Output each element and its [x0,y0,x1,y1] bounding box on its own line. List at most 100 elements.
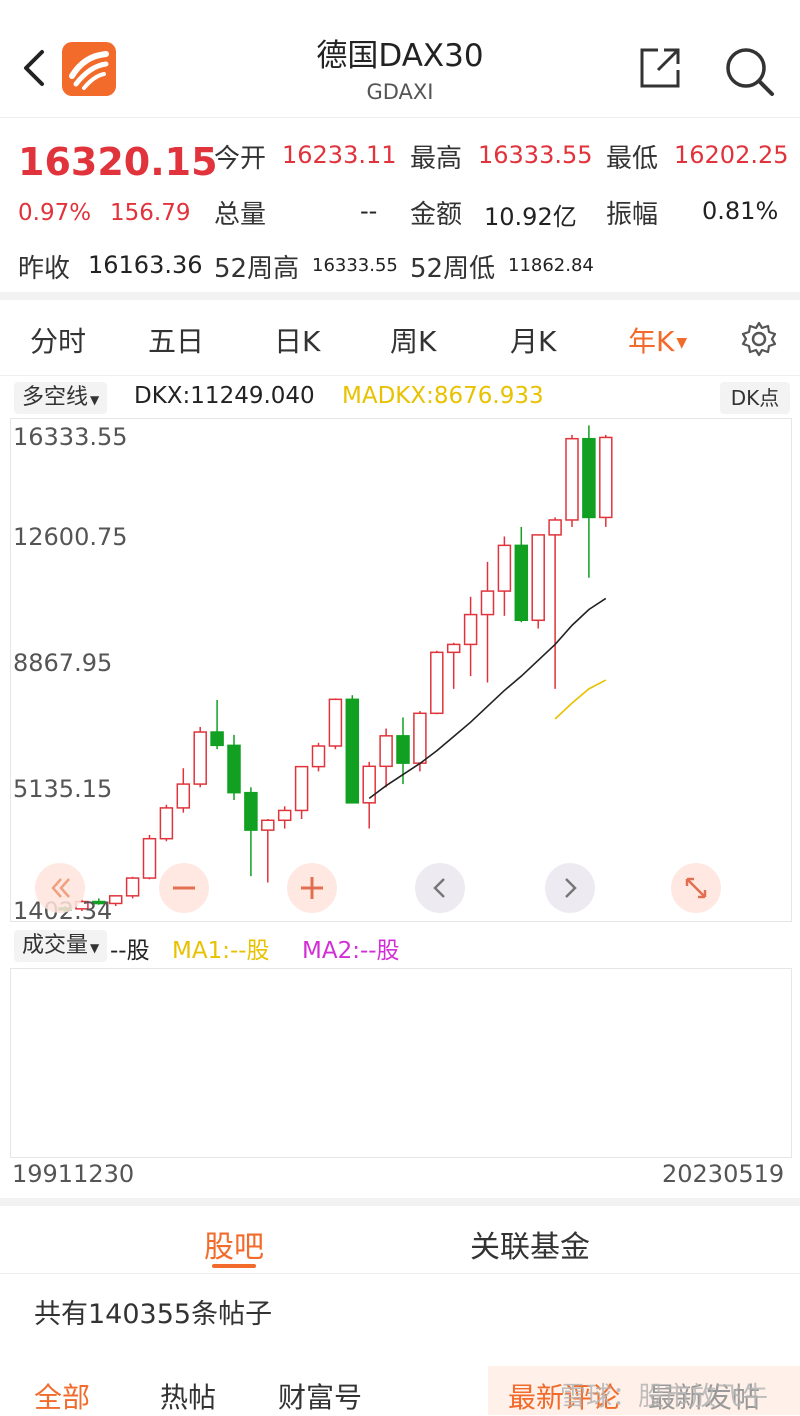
search-icon[interactable] [722,44,776,98]
candle [142,834,157,880]
candle-body-down [345,698,360,804]
candle [125,876,140,899]
amount-label: 金额 [410,200,463,230]
candle [244,787,258,877]
zoom-out-button[interactable] [159,863,209,913]
volume-chart[interactable] [10,968,792,1158]
open-value: 16233.11 [282,141,397,169]
indicator-dropdown[interactable]: 多空线 ▼ [14,382,108,414]
candle-body-up [379,735,393,768]
posts-count: 共有140355条帖子 [34,1299,273,1330]
filter-hot[interactable]: 热帖 [160,1376,216,1416]
volume-dropdown[interactable]: 成交量 ▼ [14,930,108,962]
share-icon[interactable] [636,44,684,92]
high-value: 16333.55 [478,141,593,169]
change-amount: 156.79 [110,200,191,226]
candle [599,434,613,527]
candle [463,596,478,677]
candle [328,698,343,750]
candle-body-down [244,791,258,831]
filter-wealth[interactable]: 财富号 [278,1376,362,1416]
candle-body-up [294,765,309,812]
amplitude-label: 振幅 [606,200,659,230]
candle-body-up [277,809,292,822]
y-axis-label: 16333.55 [13,423,128,451]
candle [514,526,529,623]
candle [430,650,444,715]
y-axis-label: 12600.75 [13,523,128,551]
candle [379,728,393,788]
open-label: 今开 [214,144,267,174]
candle [193,726,207,788]
low-value: 16202.25 [674,141,789,169]
candle [497,536,512,616]
expand-icon [685,877,707,899]
scroll-to-start-button[interactable] [35,863,85,913]
dk-points-button[interactable]: DK点 [720,382,790,414]
candle-body-up [328,698,343,747]
candle [413,711,427,772]
candle-body-up [430,651,444,715]
tab-yearly-k[interactable]: 年K ▼ [628,320,687,360]
tab-daily-k[interactable]: 日K [274,320,320,360]
tab-intraday[interactable]: 分时 [30,320,86,360]
candle [565,434,579,527]
app-header: 德国DAX30 GDAXI [0,0,800,118]
candle [548,517,562,689]
tab-stock-forum[interactable]: 股吧 [204,1222,264,1266]
plus-icon [301,877,323,899]
indicator-row: 多空线 ▼ DKX:11249.040 MADKX:8676.933 DK点 [0,378,800,418]
candle-body-up [565,437,579,521]
candle-body-up [142,837,157,879]
candle [159,804,174,842]
w52-low-label: 52周低 [410,254,496,284]
volume-label: 总量 [214,200,267,230]
candle-body-down [582,437,596,519]
candle [345,695,360,804]
prev-close-value: 16163.36 [88,251,203,279]
candle-body-up [413,712,427,764]
double-chevron-left-icon [51,878,70,898]
candle [176,768,191,813]
candle [277,806,292,829]
watermark: 雪球：股市放飞牛 [560,1382,769,1412]
settings-gear-icon[interactable] [740,320,778,358]
volume-ma1: MA1:--股 [172,938,270,964]
tab-five-day[interactable]: 五日 [148,320,204,360]
madkx-line [554,679,607,720]
amplitude-value: 0.81% [702,197,779,225]
candlestick-plot [58,425,613,912]
candle [480,561,495,683]
candle-body-up [463,613,478,646]
tab-monthly-k[interactable]: 月K [510,320,556,360]
zoom-in-button[interactable] [287,863,337,913]
tab-related-funds[interactable]: 关联基金 [470,1222,590,1266]
volume-ma2: MA2:--股 [302,938,400,964]
candle-body-up [446,643,461,654]
candle-body-down [210,731,224,747]
candle-body-up [497,544,512,592]
end-date: 20230519 [662,1160,785,1188]
scroll-right-button[interactable] [545,863,595,913]
dropdown-arrow-icon: ▼ [90,393,100,407]
candle [227,734,241,800]
candle-body-up [548,519,562,536]
scroll-left-button[interactable] [415,863,465,913]
quote-panel: 16320.15 0.97% 156.79 今开 16233.11 最高 163… [0,118,800,300]
kline-chart[interactable]: 16333.55 12600.75 8867.95 5135.15 1402.3… [10,418,792,925]
candle-body-up [480,590,495,616]
candle-body-down [514,544,529,622]
tab-weekly-k[interactable]: 周K [390,320,436,360]
candle [311,742,326,772]
fullscreen-button[interactable] [671,863,721,913]
volume-value: -- [360,197,378,225]
start-date: 19911230 [12,1160,135,1188]
candle [261,819,275,883]
candle-body-down [396,735,410,764]
minus-icon [173,886,195,890]
candle-body-up [125,877,140,897]
high-label: 最高 [410,144,463,174]
filter-all[interactable]: 全部 [34,1376,90,1416]
candle-body-up [176,783,191,809]
candle-body-up [599,436,613,519]
